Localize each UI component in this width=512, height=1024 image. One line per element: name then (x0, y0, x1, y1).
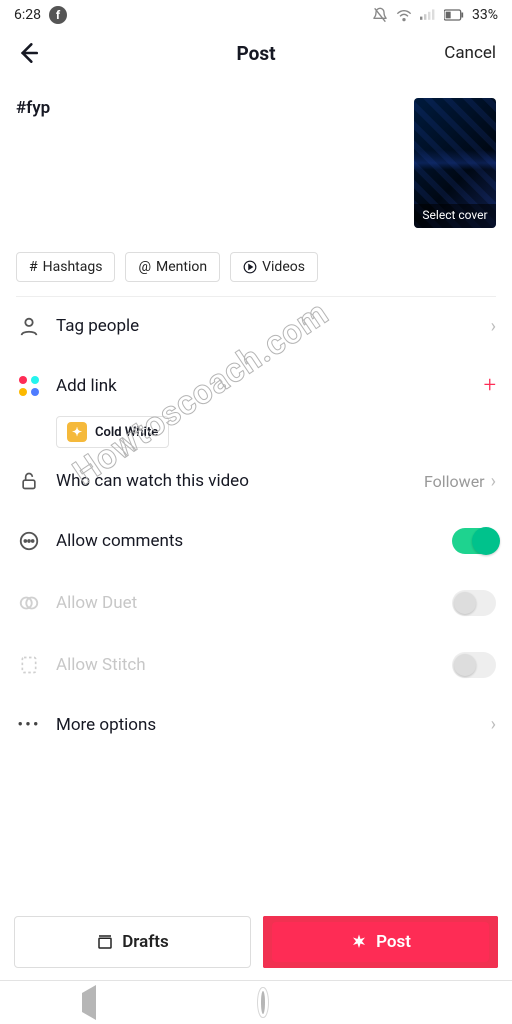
sparkle-icon: ✦ (67, 422, 87, 442)
chevron-right-icon: › (491, 471, 496, 492)
battery-icon (444, 9, 464, 21)
status-time: 6:28 (14, 7, 41, 23)
more-options-row[interactable]: ••• More options › (0, 696, 512, 753)
drafts-button[interactable]: Drafts (14, 916, 251, 968)
chevron-right-icon: › (491, 316, 496, 337)
tag-people-row[interactable]: Tag people › (0, 297, 512, 355)
play-icon (243, 260, 257, 274)
bottom-actions: Drafts Post (0, 916, 512, 968)
linked-item-chip[interactable]: ✦ Cold White (56, 416, 169, 448)
signal-icon (420, 8, 436, 22)
allow-comments-toggle[interactable] (452, 528, 496, 554)
privacy-label: Who can watch this video (56, 471, 424, 491)
post-icon (350, 933, 368, 951)
stitch-icon (16, 654, 42, 676)
privacy-value: Follower (424, 472, 485, 491)
nav-back-icon[interactable] (82, 993, 96, 1012)
status-bar: 6:28 f 33% (0, 0, 512, 30)
mention-chip[interactable]: @ Mention (125, 252, 220, 282)
linked-item-label: Cold White (95, 425, 158, 440)
add-link-row[interactable]: Add link + (0, 355, 512, 416)
hash-icon: # (29, 259, 38, 275)
chevron-right-icon: › (491, 714, 496, 735)
allow-duet-label: Allow Duet (56, 593, 452, 613)
wifi-icon (396, 8, 412, 22)
more-options-label: More options (56, 715, 491, 735)
cancel-button[interactable]: Cancel (444, 43, 496, 63)
battery-percent: 33% (472, 7, 498, 23)
comment-icon (16, 530, 42, 552)
link-dots-icon (16, 376, 42, 396)
post-label: Post (376, 932, 411, 952)
page-title: Post (236, 42, 275, 65)
drafts-icon (96, 933, 114, 951)
videos-chip[interactable]: Videos (230, 252, 318, 282)
person-icon (16, 315, 42, 337)
allow-comments-row: Allow comments (0, 510, 512, 572)
privacy-row[interactable]: Who can watch this video Follower › (0, 452, 512, 510)
page-header: Post Cancel (0, 30, 512, 76)
select-cover-label: Select cover (414, 204, 496, 228)
hashtags-chip-label: Hashtags (43, 259, 103, 275)
allow-stitch-row: Allow Stitch (0, 634, 512, 696)
nav-home-icon[interactable] (261, 993, 265, 1012)
facebook-icon: f (49, 6, 67, 24)
more-icon: ••• (16, 715, 42, 735)
android-navbar (0, 980, 512, 1024)
videos-chip-label: Videos (262, 259, 305, 275)
add-link-label: Add link (56, 376, 484, 396)
tag-people-label: Tag people (56, 316, 491, 336)
drafts-label: Drafts (122, 932, 169, 952)
allow-duet-toggle (452, 590, 496, 616)
cover-thumbnail[interactable]: Select cover (414, 98, 496, 228)
caption-input[interactable]: #fyp (16, 98, 414, 228)
allow-comments-label: Allow comments (56, 531, 452, 551)
duet-icon (16, 592, 42, 614)
allow-stitch-toggle (452, 652, 496, 678)
mute-icon (372, 7, 388, 23)
allow-duet-row: Allow Duet (0, 572, 512, 634)
suggestion-chips: # Hashtags @ Mention Videos (0, 228, 512, 296)
hashtags-chip[interactable]: # Hashtags (16, 252, 115, 282)
lock-icon (16, 470, 42, 492)
plus-icon[interactable]: + (484, 373, 496, 398)
post-button[interactable]: Post (272, 922, 488, 963)
allow-stitch-label: Allow Stitch (56, 655, 452, 675)
mention-chip-label: Mention (156, 259, 207, 275)
at-icon: @ (138, 259, 151, 275)
back-button[interactable] (14, 40, 40, 66)
post-button-highlight: Post (263, 916, 498, 968)
